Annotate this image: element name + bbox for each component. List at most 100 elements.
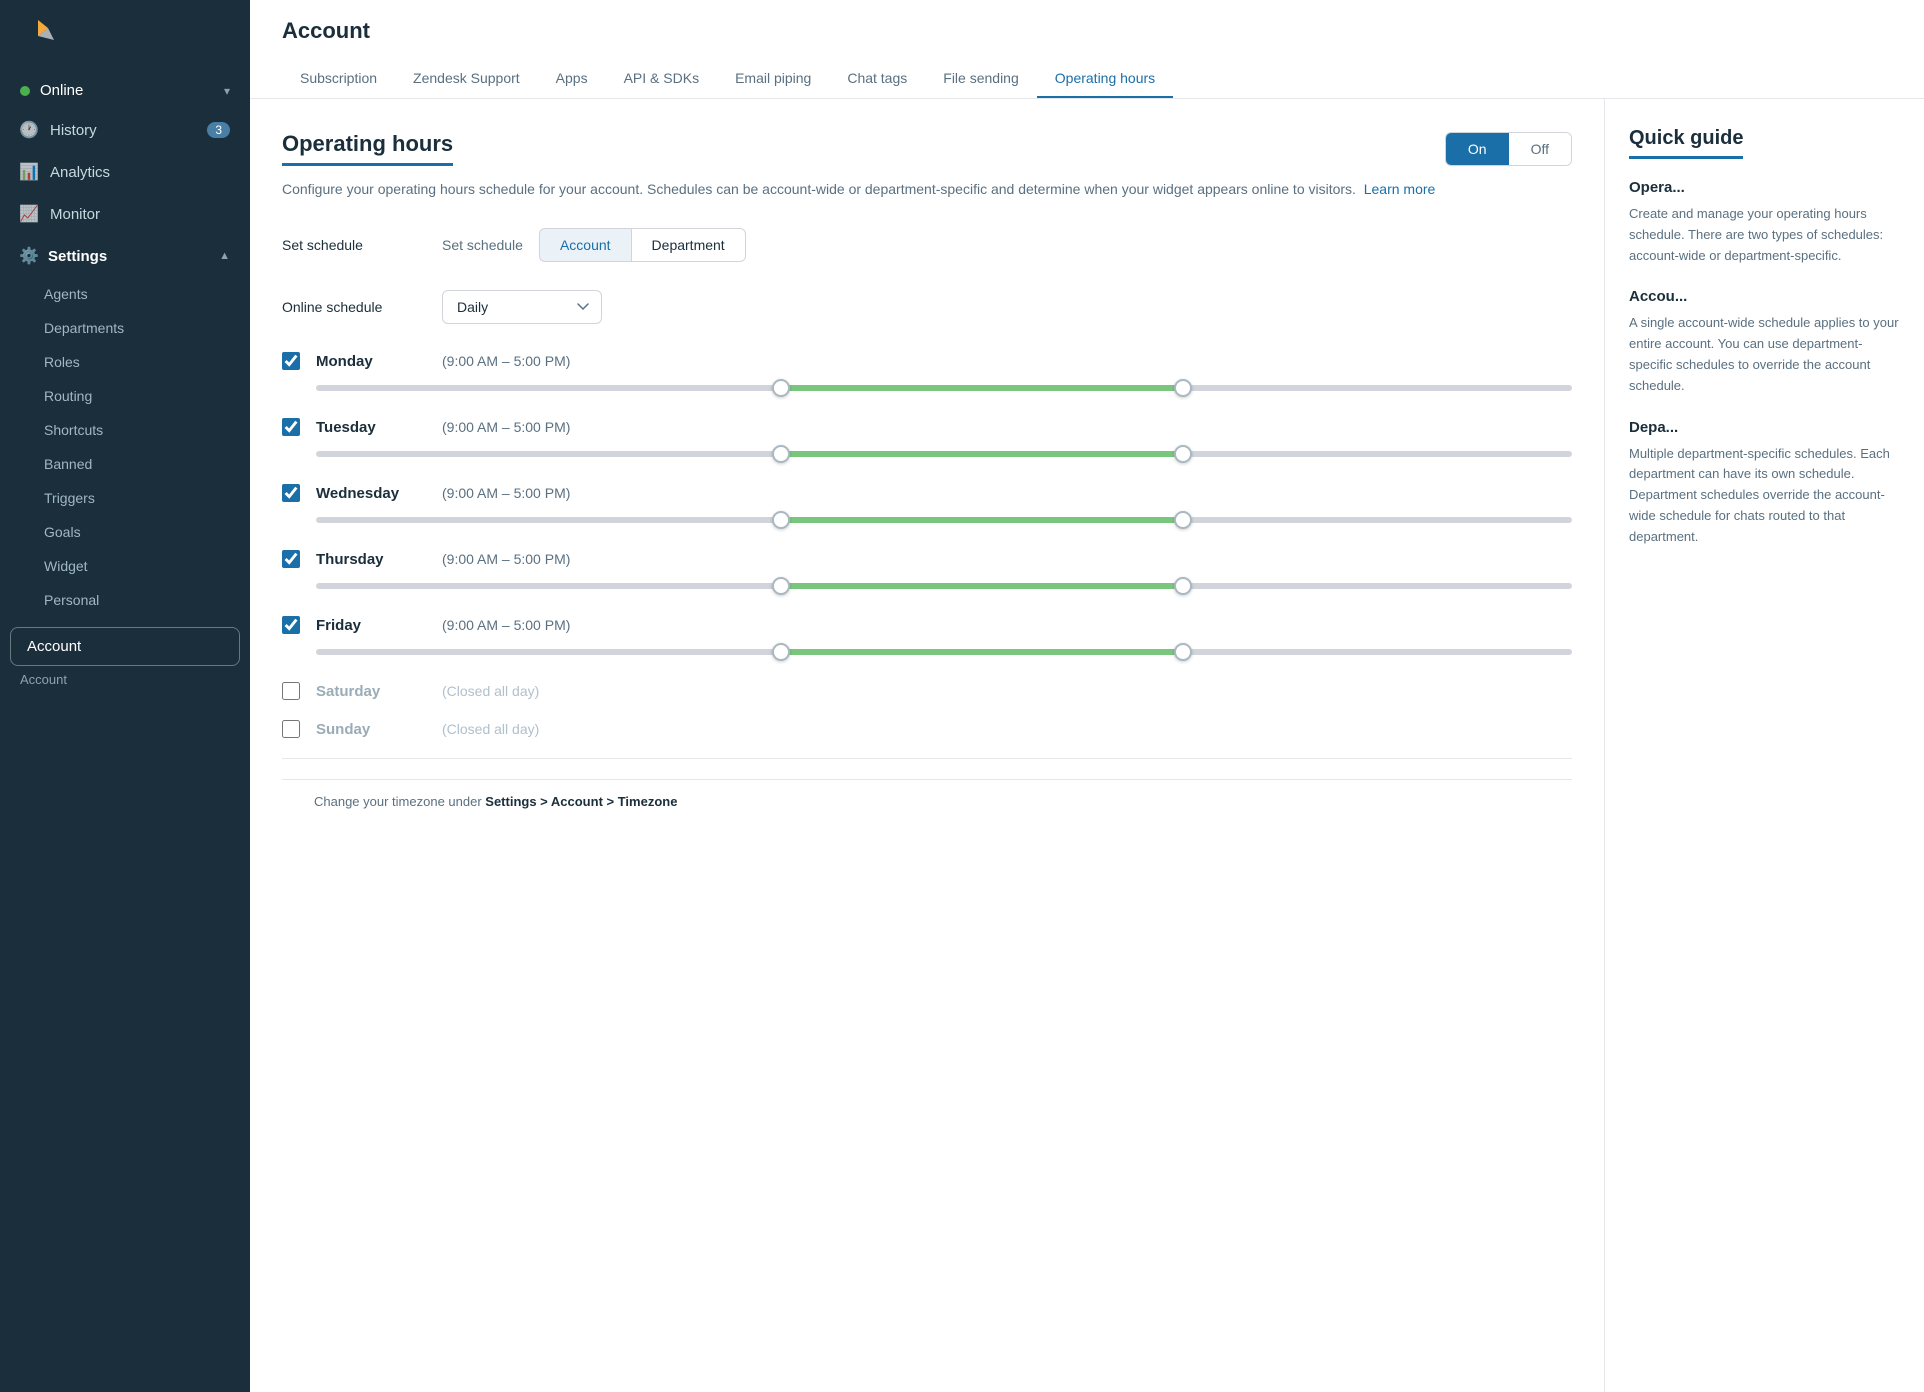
sidebar-item-triggers[interactable]: Triggers: [0, 481, 250, 515]
monday-time: (9:00 AM – 5:00 PM): [442, 353, 570, 369]
schedule-type-buttons: Account Department: [539, 228, 746, 262]
tuesday-label: Tuesday: [316, 419, 426, 436]
status-label: Online: [40, 82, 83, 99]
thursday-checkbox[interactable]: [282, 550, 300, 568]
sidebar-item-history[interactable]: 🕐 History 3: [0, 109, 250, 151]
account-label: Account: [27, 638, 81, 655]
tab-file-sending[interactable]: File sending: [925, 60, 1037, 98]
thursday-start-thumb[interactable]: [772, 577, 790, 595]
day-row-saturday: Saturday (Closed all day): [282, 682, 1572, 700]
wednesday-start-thumb[interactable]: [772, 511, 790, 529]
main-panel: Operating hours On Off Configure your op…: [250, 99, 1604, 1392]
friday-start-thumb[interactable]: [772, 643, 790, 661]
saturday-checkbox[interactable]: [282, 682, 300, 700]
history-icon: 🕐: [20, 121, 38, 139]
sidebar-item-shortcuts[interactable]: Shortcuts: [0, 413, 250, 447]
wednesday-checkbox[interactable]: [282, 484, 300, 502]
wednesday-end-thumb[interactable]: [1174, 511, 1192, 529]
friday-time: (9:00 AM – 5:00 PM): [442, 617, 570, 633]
sidebar-item-personal[interactable]: Personal: [0, 583, 250, 617]
day-row-friday: Friday (9:00 AM – 5:00 PM): [282, 616, 1572, 662]
guide-section-account-title: Accou...: [1629, 288, 1900, 305]
sidebar-item-label: Analytics: [50, 164, 110, 181]
set-schedule-sublabel: Set schedule: [442, 237, 523, 253]
guide-section-department-text: Multiple department-specific schedules. …: [1629, 444, 1900, 548]
monday-start-thumb[interactable]: [772, 379, 790, 397]
logo-icon: [20, 18, 56, 54]
tuesday-checkbox[interactable]: [282, 418, 300, 436]
tab-email-piping[interactable]: Email piping: [717, 60, 829, 98]
operating-hours-description: Configure your operating hours schedule …: [282, 178, 1572, 200]
guide-section-operating-text: Create and manage your operating hours s…: [1629, 204, 1900, 266]
sidebar-item-label: Monitor: [50, 206, 100, 223]
sidebar-item-routing[interactable]: Routing: [0, 379, 250, 413]
settings-section-header[interactable]: ⚙️ Settings ▲: [0, 235, 250, 277]
thursday-time: (9:00 AM – 5:00 PM): [442, 551, 570, 567]
chevron-down-icon: ▾: [224, 84, 230, 98]
account-tooltip: Account: [0, 670, 250, 693]
toggle-on-button[interactable]: On: [1446, 133, 1509, 165]
online-dot: [20, 86, 30, 96]
sidebar-item-monitor[interactable]: 📈 Monitor: [0, 193, 250, 235]
tab-apps[interactable]: Apps: [538, 60, 606, 98]
sunday-checkbox[interactable]: [282, 720, 300, 738]
sidebar-item-widget[interactable]: Widget: [0, 549, 250, 583]
friday-end-thumb[interactable]: [1174, 643, 1192, 661]
guide-section-department: Depa... Multiple department-specific sch…: [1629, 419, 1900, 548]
sidebar-item-goals[interactable]: Goals: [0, 515, 250, 549]
sunday-label: Sunday: [316, 721, 426, 738]
guide-section-account: Accou... A single account-wide schedule …: [1629, 288, 1900, 396]
online-schedule-select[interactable]: Daily Weekly Custom: [442, 290, 602, 324]
monday-slider[interactable]: [316, 378, 1572, 398]
monday-end-thumb[interactable]: [1174, 379, 1192, 397]
analytics-icon: 📊: [20, 163, 38, 181]
friday-checkbox[interactable]: [282, 616, 300, 634]
page-header: Account Subscription Zendesk Support App…: [250, 0, 1924, 99]
saturday-time: (Closed all day): [442, 683, 539, 699]
online-status-button[interactable]: Online ▾: [0, 72, 250, 109]
wednesday-label: Wednesday: [316, 485, 426, 502]
sidebar-item-agents[interactable]: Agents: [0, 277, 250, 311]
guide-section-department-title: Depa...: [1629, 419, 1900, 436]
monday-checkbox[interactable]: [282, 352, 300, 370]
tuesday-start-thumb[interactable]: [772, 445, 790, 463]
schedule-control: Set schedule Account Department: [442, 228, 746, 262]
sidebar-item-account[interactable]: Account: [10, 627, 240, 666]
tab-subscription[interactable]: Subscription: [282, 60, 395, 98]
sidebar-item-banned[interactable]: Banned: [0, 447, 250, 481]
sidebar-item-analytics[interactable]: 📊 Analytics: [0, 151, 250, 193]
tuesday-slider[interactable]: [316, 444, 1572, 464]
monitor-icon: 📈: [20, 205, 38, 223]
settings-gear-icon: ⚙️: [20, 247, 38, 265]
tab-operating-hours[interactable]: Operating hours: [1037, 60, 1173, 98]
toggle-off-button[interactable]: Off: [1509, 133, 1571, 165]
thursday-label: Thursday: [316, 551, 426, 568]
monday-label: Monday: [316, 353, 426, 370]
sunday-time: (Closed all day): [442, 721, 539, 737]
tab-api-sdks[interactable]: API & SDKs: [606, 60, 717, 98]
day-row-wednesday: Wednesday (9:00 AM – 5:00 PM): [282, 484, 1572, 530]
online-schedule-label: Online schedule: [282, 299, 422, 315]
tab-zendesk-support[interactable]: Zendesk Support: [395, 60, 538, 98]
set-schedule-label: Set schedule: [282, 237, 422, 253]
schedule-type-department-button[interactable]: Department: [631, 228, 746, 262]
thursday-end-thumb[interactable]: [1174, 577, 1192, 595]
day-row-thursday: Thursday (9:00 AM – 5:00 PM): [282, 550, 1572, 596]
sidebar-item-label: History: [50, 122, 97, 139]
sidebar-logo: [0, 0, 250, 72]
content-area: Operating hours On Off Configure your op…: [250, 99, 1924, 1392]
sidebar-item-roles[interactable]: Roles: [0, 345, 250, 379]
tuesday-end-thumb[interactable]: [1174, 445, 1192, 463]
chevron-up-icon: ▲: [219, 250, 230, 262]
thursday-slider[interactable]: [316, 576, 1572, 596]
friday-slider[interactable]: [316, 642, 1572, 662]
tab-chat-tags[interactable]: Chat tags: [829, 60, 925, 98]
learn-more-link[interactable]: Learn more: [1364, 181, 1436, 197]
main-content: Account Subscription Zendesk Support App…: [250, 0, 1924, 1392]
sidebar-item-departments[interactable]: Departments: [0, 311, 250, 345]
wednesday-slider[interactable]: [316, 510, 1572, 530]
history-badge: 3: [207, 122, 230, 138]
bottom-hint: Change your timezone under Settings > Ac…: [282, 779, 1572, 823]
wednesday-time: (9:00 AM – 5:00 PM): [442, 485, 570, 501]
schedule-type-account-button[interactable]: Account: [539, 228, 631, 262]
